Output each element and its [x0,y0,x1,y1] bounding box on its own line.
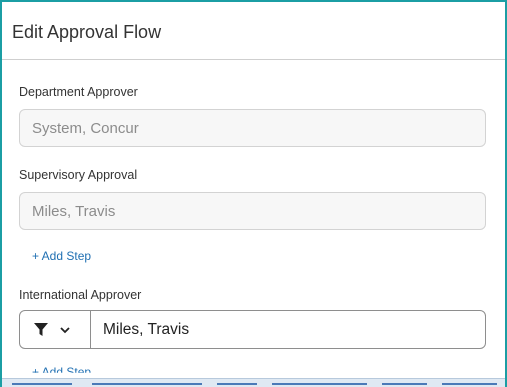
add-step-link-partial[interactable]: + Add Step [32,365,91,373]
dialog-header: Edit Approval Flow [2,2,505,60]
add-step-link[interactable]: + Add Step [32,249,91,263]
department-approver-label: Department Approver [19,85,138,99]
department-approver-value: System, Concur [32,120,139,137]
international-approver-combobox[interactable]: Miles, Travis [19,310,486,349]
chevron-down-icon [60,327,70,334]
filter-dropdown-button[interactable] [20,311,91,348]
international-approver-value[interactable]: Miles, Travis [103,321,189,339]
horizontal-scrollbar[interactable] [2,378,505,387]
international-approver-label: International Approver [19,288,142,302]
dialog-title: Edit Approval Flow [12,22,162,42]
supervisory-approval-field: Miles, Travis [19,192,486,230]
filter-icon [34,323,48,336]
department-approver-field: System, Concur [19,109,486,147]
supervisory-approval-value: Miles, Travis [32,203,116,220]
approval-flow-dialog: Edit Approval Flow Department Approver S… [0,0,507,387]
supervisory-approval-label: Supervisory Approval [19,168,138,182]
